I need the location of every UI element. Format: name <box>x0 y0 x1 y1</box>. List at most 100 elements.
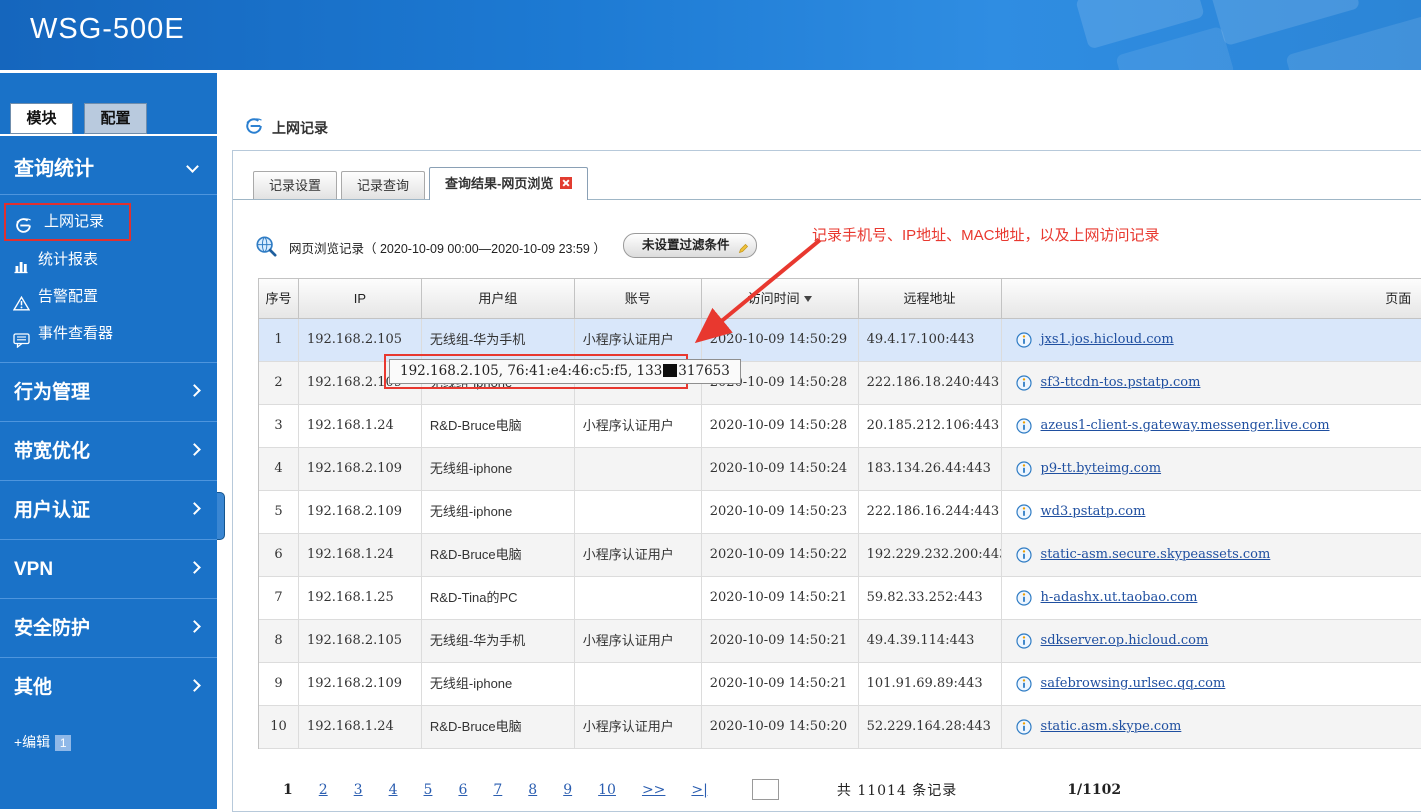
sidebar-group-security[interactable]: 安全防护 <box>0 598 217 657</box>
page-link[interactable]: static-asm.secure.skypeassets.com <box>1041 534 1271 576</box>
cell-no: 2 <box>259 362 299 405</box>
cell-ip: 192.168.2.105 <box>298 319 422 362</box>
cell-account: 小程序认证用户 <box>574 620 702 663</box>
chevron-right-icon <box>188 502 201 515</box>
info-icon[interactable] <box>1015 590 1032 606</box>
pencil-icon <box>738 239 750 262</box>
sidebar: 模块 配置 查询统计 上网记录 统计报表 告警配置 事件查看器 行为管理 带宽优… <box>0 70 217 809</box>
info-icon[interactable] <box>1015 418 1032 434</box>
cell-time: 2020-10-09 14:50:20 <box>701 706 859 749</box>
sidebar-item-label: 统计报表 <box>38 251 99 268</box>
table-row[interactable]: 3 192.168.1.24 R&D-Bruce电脑 小程序认证用户 2020-10-0… <box>259 405 1421 448</box>
tab-record-query[interactable]: 记录查询 <box>341 171 426 199</box>
column-header-page[interactable]: 页面 <box>1001 279 1421 319</box>
annotation-text: 记录手机号、IP地址、MAC地址，以及上网访问记录 <box>812 227 1160 244</box>
page-link[interactable]: sdkserver.op.hicloud.com <box>1041 620 1209 662</box>
cell-time: 2020-10-09 14:50:28 <box>701 405 859 448</box>
pagination-link-10[interactable]: 10 <box>598 782 616 798</box>
column-header-account[interactable]: 账号 <box>574 279 702 319</box>
page-link[interactable]: h-adashx.ut.taobao.com <box>1041 577 1198 619</box>
column-header-group[interactable]: 用户组 <box>421 279 575 319</box>
pagination-link-5[interactable]: 5 <box>424 782 433 798</box>
sidebar-group-query-stats[interactable]: 查询统计 <box>0 136 217 195</box>
sidebar-group-bandwidth-opt[interactable]: 带宽优化 <box>0 421 217 480</box>
info-icon[interactable] <box>1015 676 1032 692</box>
cell-remote: 52.229.164.28:443 <box>858 706 1002 749</box>
cell-remote: 49.4.17.100:443 <box>858 319 1002 362</box>
table-row[interactable]: 8 192.168.2.105 无线组-华为手机 小程序认证用户 2020-10-09 … <box>259 620 1421 663</box>
table-row[interactable]: 5 192.168.2.109 无线组-iphone 2020-10-09 14:50… <box>259 491 1421 534</box>
cell-account <box>574 663 702 706</box>
sidebar-item-statistics-report[interactable]: 统计报表 <box>0 241 217 278</box>
cell-time: 2020-10-09 14:50:22 <box>701 534 859 577</box>
info-icon[interactable] <box>1015 719 1032 735</box>
table-row[interactable]: 4 192.168.2.109 无线组-iphone 2020-10-09 14:50… <box>259 448 1421 491</box>
report-chart-icon <box>13 251 30 274</box>
pagination-link-6[interactable]: 6 <box>458 782 467 798</box>
cell-ip: 192.168.1.24 <box>298 405 422 448</box>
sidebar-edit[interactable]: +编辑 1 <box>14 732 217 752</box>
close-icon[interactable] <box>560 177 573 189</box>
cell-page: sf3-ttcdn-tos.pstatp.com <box>1001 362 1421 405</box>
sidebar-group-vpn[interactable]: VPN <box>0 539 217 598</box>
page-link[interactable]: jxs1.jos.hicloud.com <box>1041 319 1174 361</box>
sidebar-submenu: 上网记录 统计报表 告警配置 事件查看器 <box>0 195 217 362</box>
pagination-link-3[interactable]: 3 <box>354 782 363 798</box>
table-row[interactable]: 1 192.168.2.105 无线组-华为手机 小程序认证用户 2020-10-09 … <box>259 319 1421 362</box>
cell-ip: 192.168.2.109 <box>298 448 422 491</box>
main-content: 上网记录 记录设置 记录查询 查询结果-网页浏览 网页浏览记录（ 2020-10… <box>217 70 1421 812</box>
filter-condition-button[interactable]: 未设置过滤条件 <box>623 233 757 258</box>
sidebar-group-behavior-mgmt[interactable]: 行为管理 <box>0 362 217 421</box>
info-icon[interactable] <box>1015 504 1032 520</box>
info-icon[interactable] <box>1015 375 1032 391</box>
info-icon[interactable] <box>1015 461 1032 477</box>
page-link[interactable]: p9-tt.byteimg.com <box>1041 448 1162 490</box>
edit-badge: 1 <box>55 735 72 751</box>
info-icon[interactable] <box>1015 547 1032 563</box>
page-link[interactable]: wd3.pstatp.com <box>1041 491 1146 533</box>
sidebar-collapse-handle[interactable] <box>217 492 225 540</box>
pagination-link-4[interactable]: 4 <box>389 782 398 798</box>
pagination-link-2[interactable]: 2 <box>319 782 328 798</box>
sidebar-tab-modules[interactable]: 模块 <box>10 103 73 134</box>
column-header-time[interactable]: 访问时间 <box>701 279 859 319</box>
sidebar-item-label: 上网记录 <box>44 213 105 230</box>
sidebar-group-label: 安全防护 <box>14 618 91 639</box>
table-row[interactable]: 9 192.168.2.109 无线组-iphone 2020-10-09 14:50… <box>259 663 1421 706</box>
pagination-link->>[interactable]: >> <box>642 782 665 798</box>
sidebar-item-alarm-config[interactable]: 告警配置 <box>0 278 217 315</box>
sidebar-tab-config[interactable]: 配置 <box>84 103 147 134</box>
sidebar-item-internet-records[interactable]: 上网记录 <box>4 203 131 241</box>
sort-desc-icon <box>803 296 812 302</box>
column-header-no[interactable]: 序号 <box>259 279 299 319</box>
pagination-link-8[interactable]: 8 <box>528 782 537 798</box>
sidebar-group-other[interactable]: 其他 <box>0 657 217 716</box>
cell-ip: 192.168.1.24 <box>298 706 422 749</box>
tab-query-results[interactable]: 查询结果-网页浏览 <box>429 167 589 200</box>
sidebar-group-user-auth[interactable]: 用户认证 <box>0 480 217 539</box>
table-row[interactable]: 7 192.168.1.25 R&D-Tina的PC 2020-10-09 14:50… <box>259 577 1421 620</box>
page-link[interactable]: safebrowsing.urlsec.qq.com <box>1041 663 1226 705</box>
sidebar-group-label: 行为管理 <box>14 382 91 403</box>
cell-ip: 192.168.1.24 <box>298 534 422 577</box>
table-row[interactable]: 10 192.168.1.24 R&D-Bruce电脑 小程序认证用户 2020-10-… <box>259 706 1421 749</box>
cell-remote: 192.229.232.200:443 <box>858 534 1002 577</box>
info-icon[interactable] <box>1015 332 1032 348</box>
event-viewer-icon <box>13 325 30 349</box>
sidebar-item-event-viewer[interactable]: 事件查看器 <box>0 315 217 352</box>
column-header-ip[interactable]: IP <box>298 279 422 319</box>
sidebar-group-label: 带宽优化 <box>14 441 91 462</box>
pagination-link-9[interactable]: 9 <box>563 782 572 798</box>
cell-time: 2020-10-09 14:50:29 <box>701 319 859 362</box>
table-row[interactable]: 6 192.168.1.24 R&D-Bruce电脑 小程序认证用户 2020-10-0… <box>259 534 1421 577</box>
page-link[interactable]: static.asm.skype.com <box>1041 706 1182 748</box>
info-icon[interactable] <box>1015 633 1032 649</box>
pagination-link->|[interactable]: >| <box>691 782 707 798</box>
column-header-remote[interactable]: 远程地址 <box>858 279 1002 319</box>
tab-record-settings[interactable]: 记录设置 <box>253 171 338 199</box>
breadcrumb-label: 上网记录 <box>272 119 328 136</box>
pagination-link-7[interactable]: 7 <box>493 782 502 798</box>
page-link[interactable]: azeus1-client-s.gateway.messenger.live.c… <box>1041 405 1330 447</box>
page-link[interactable]: sf3-ttcdn-tos.pstatp.com <box>1041 362 1201 404</box>
page-jump-input[interactable] <box>751 779 779 800</box>
